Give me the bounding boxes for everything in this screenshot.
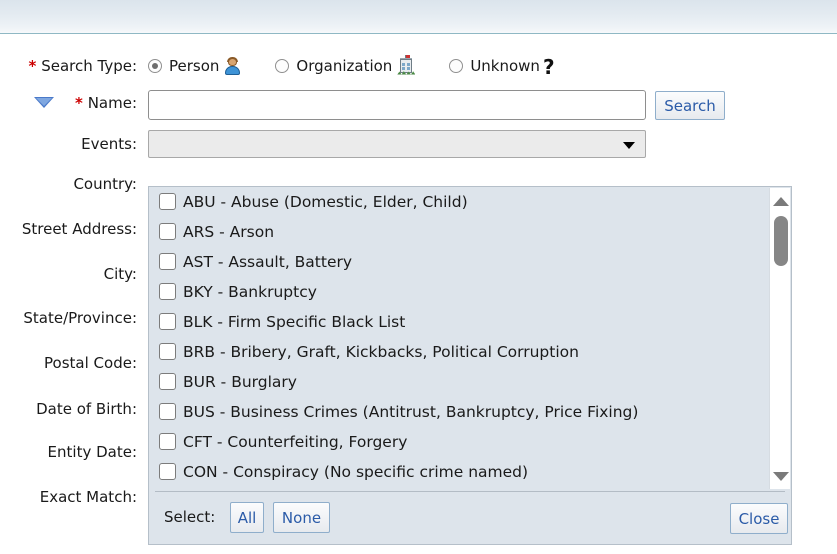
events-list-scrollbar[interactable]: [769, 188, 790, 489]
search-type-label: * Search Type:: [0, 56, 137, 76]
scroll-up-button[interactable]: [770, 191, 791, 211]
name-label: * Name:: [0, 93, 137, 113]
event-option-row[interactable]: BKY - Bankruptcy: [149, 277, 791, 307]
browser-chrome-band: [0, 0, 837, 34]
event-option-checkbox[interactable]: [159, 342, 176, 360]
entity-date-label: Entity Date:: [47, 443, 137, 461]
event-option-label: ABU - Abuse (Domestic, Elder, Child): [183, 193, 468, 211]
radio-person-label: Person: [169, 57, 220, 75]
street-address-label: Street Address:: [21, 220, 137, 238]
event-option-row[interactable]: BUR - Burglary: [149, 367, 791, 397]
search-type-label-text: Search Type:: [41, 57, 137, 75]
event-option-label: CON - Conspiracy (No specific crime name…: [183, 463, 529, 481]
event-option-row[interactable]: ARS - Arson: [149, 217, 791, 247]
event-option-row[interactable]: BUS - Business Crimes (Antitrust, Bankru…: [149, 397, 791, 427]
event-option-checkbox[interactable]: [159, 282, 176, 300]
scroll-down-button[interactable]: [770, 466, 791, 486]
event-option-row[interactable]: AST - Assault, Battery: [149, 247, 791, 277]
event-option-label: ARS - Arson: [183, 223, 275, 241]
city-label: City:: [103, 265, 137, 283]
event-option-row[interactable]: ABU - Abuse (Domestic, Elder, Child): [149, 187, 791, 217]
postal-code-label: Postal Code:: [44, 354, 137, 372]
person-icon: [224, 56, 241, 75]
event-option-checkbox[interactable]: [159, 462, 176, 480]
event-option-checkbox[interactable]: [159, 252, 176, 270]
triangle-up-icon: [772, 196, 789, 206]
radio-unknown[interactable]: [449, 59, 464, 73]
select-all-button[interactable]: All: [230, 502, 264, 533]
required-asterisk: *: [75, 94, 83, 112]
select-none-button[interactable]: None: [273, 502, 330, 533]
event-option-row[interactable]: CON - Conspiracy (No specific crime name…: [149, 457, 791, 487]
event-option-checkbox[interactable]: [159, 192, 176, 210]
name-row: * Name: Search: [0, 90, 837, 123]
required-asterisk: *: [28, 57, 37, 75]
scrollbar-thumb[interactable]: [774, 216, 788, 266]
event-option-label: BRB - Bribery, Graft, Kickbacks, Politic…: [183, 343, 579, 361]
radio-option-person[interactable]: Person: [148, 56, 241, 76]
country-label: Country:: [73, 175, 137, 193]
event-option-checkbox[interactable]: [159, 432, 176, 450]
search-button[interactable]: Search: [655, 91, 725, 120]
radio-option-unknown[interactable]: Unknown ?: [449, 55, 555, 79]
search-type-radio-group: Person Organization Unknown ?: [148, 54, 589, 79]
radio-person[interactable]: [148, 59, 162, 73]
event-option-row[interactable]: BRB - Bribery, Graft, Kickbacks, Politic…: [149, 337, 791, 367]
events-multiselect-panel: ABU - Abuse (Domestic, Elder, Child) ARS …: [148, 186, 792, 545]
date-of-birth-label: Date of Birth:: [36, 400, 137, 418]
event-option-checkbox[interactable]: [159, 372, 176, 390]
name-label-text: Name:: [87, 94, 137, 112]
event-option-label: AST - Assault, Battery: [183, 253, 353, 271]
chevron-down-icon: [623, 142, 635, 149]
events-panel-footer: Select: All None Close: [149, 492, 791, 544]
event-option-label: BUS - Business Crimes (Antitrust, Bankru…: [183, 403, 639, 421]
event-option-row[interactable]: CFT - Counterfeiting, Forgery: [149, 427, 791, 457]
radio-organization-label: Organization: [296, 57, 393, 75]
event-option-label: CFT - Counterfeiting, Forgery: [183, 433, 408, 451]
name-input[interactable]: [148, 90, 646, 120]
exact-match-label: Exact Match:: [39, 488, 137, 506]
event-option-checkbox[interactable]: [159, 402, 176, 420]
search-type-row: * Search Type: Person Organization Unkno…: [0, 54, 837, 86]
close-button[interactable]: Close: [730, 503, 788, 534]
event-option-checkbox[interactable]: [159, 222, 176, 240]
events-option-list[interactable]: ABU - Abuse (Domestic, Elder, Child) ARS …: [149, 187, 791, 490]
event-option-checkbox[interactable]: [159, 312, 176, 330]
question-mark-icon: ?: [542, 55, 555, 79]
event-option-label: BKY - Bankruptcy: [183, 283, 317, 301]
building-icon: [397, 54, 416, 75]
events-label: Events:: [81, 135, 137, 153]
radio-unknown-label: Unknown: [470, 57, 540, 75]
triangle-down-icon: [772, 471, 789, 481]
events-row: Events:: [0, 130, 837, 164]
event-option-label: BUR - Burglary: [183, 373, 297, 391]
state-province-label: State/Province:: [23, 309, 137, 327]
radio-organization[interactable]: [275, 59, 290, 73]
event-option-row[interactable]: BLK - Firm Specific Black List: [149, 307, 791, 337]
radio-option-organization[interactable]: Organization: [275, 54, 416, 76]
events-select[interactable]: [148, 130, 646, 158]
event-option-label: BLK - Firm Specific Black List: [183, 313, 406, 331]
select-label: Select:: [164, 508, 216, 526]
